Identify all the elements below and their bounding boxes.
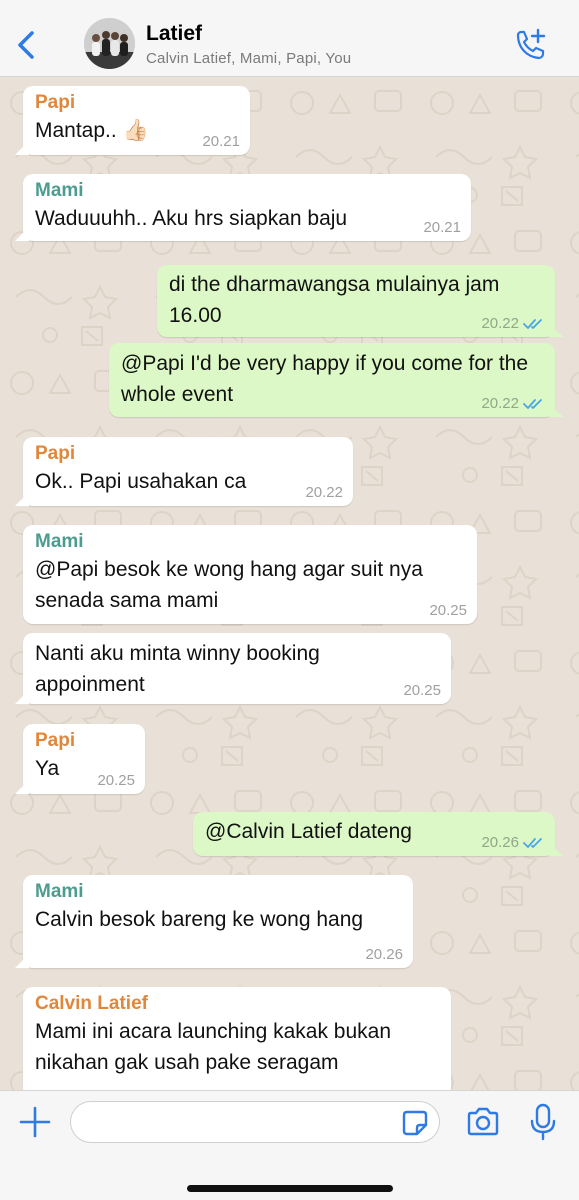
sender-name[interactable]: Papi bbox=[35, 443, 341, 465]
message-bubble[interactable]: Mami Calvin besok bareng ke wong hang 20… bbox=[15, 875, 413, 968]
message-bubble[interactable]: @Papi I'd be very happy if you come for … bbox=[109, 343, 563, 417]
message-bubble[interactable]: Mami Waduuuhh.. Aku hrs siapkan baju 20.… bbox=[15, 174, 471, 241]
add-call-button[interactable] bbox=[510, 26, 550, 66]
microphone-button[interactable] bbox=[528, 1103, 558, 1141]
message-text: Calvin besok bareng ke wong hang bbox=[35, 908, 364, 931]
message-time: 20.22 bbox=[305, 484, 343, 501]
group-avatar[interactable] bbox=[84, 18, 135, 69]
message-time: 20.25 bbox=[97, 772, 135, 789]
chat-header: Latief Calvin Latief, Mami, Papi, You bbox=[0, 0, 579, 77]
compose-bar bbox=[0, 1090, 579, 1200]
add-call-icon bbox=[516, 28, 546, 60]
message-bubble[interactable]: Papi Mantap.. 👍🏻 20.21 bbox=[15, 86, 250, 155]
message-bubble[interactable]: Papi Ya 20.25 bbox=[15, 724, 145, 794]
sticker-icon bbox=[402, 1110, 428, 1136]
message-time: 20.21 bbox=[423, 219, 461, 236]
message-list[interactable]: Papi Mantap.. 👍🏻 20.21 Mami Waduuuhh.. A… bbox=[0, 77, 579, 1090]
message-time: 20.26 bbox=[365, 946, 403, 963]
message-bubble[interactable]: Papi Ok.. Papi usahakan ca 20.22 bbox=[15, 437, 353, 506]
sender-name[interactable]: Papi bbox=[35, 730, 133, 752]
sender-name[interactable]: Papi bbox=[35, 92, 238, 114]
message-text: @Papi besok ke wong hang agar suit nya s… bbox=[35, 558, 423, 612]
read-ticks-icon bbox=[523, 837, 542, 848]
read-ticks-icon bbox=[523, 318, 542, 329]
message-time: 20.26 bbox=[481, 834, 519, 851]
sender-name[interactable]: Mami bbox=[35, 531, 465, 553]
message-time: 20.22 bbox=[481, 395, 519, 412]
home-indicator[interactable] bbox=[187, 1185, 393, 1192]
message-bubble[interactable]: @Calvin Latief dateng 20.26 bbox=[193, 812, 563, 856]
plus-icon bbox=[19, 1106, 51, 1138]
message-bubble[interactable]: di the dharmawangsa mulainya jam 16.00 2… bbox=[157, 265, 563, 337]
sender-name[interactable]: Mami bbox=[35, 881, 401, 903]
message-bubble[interactable]: Nanti aku minta winny booking appoinment… bbox=[15, 633, 451, 704]
message-text: Nanti aku minta winny booking appoinment bbox=[35, 642, 320, 696]
message-time: 20.25 bbox=[403, 682, 441, 699]
chat-participants[interactable]: Calvin Latief, Mami, Papi, You bbox=[146, 50, 351, 67]
message-time: 20.21 bbox=[202, 133, 240, 150]
message-input[interactable] bbox=[70, 1101, 440, 1143]
sticker-button[interactable] bbox=[401, 1109, 429, 1137]
chat-title[interactable]: Latief bbox=[146, 22, 202, 46]
message-text: Waduuuhh.. Aku hrs siapkan baju bbox=[35, 207, 348, 230]
message-text: Mami ini acara launching kakak bukan nik… bbox=[35, 1020, 392, 1074]
message-text: Ok.. Papi usahakan ca bbox=[35, 470, 247, 493]
sender-name[interactable]: Calvin Latief bbox=[35, 993, 439, 1015]
camera-button[interactable] bbox=[466, 1105, 500, 1139]
message-bubble[interactable]: Calvin Latief Mami ini acara launching k… bbox=[23, 987, 451, 1090]
sender-name[interactable]: Mami bbox=[35, 180, 459, 202]
camera-icon bbox=[467, 1107, 499, 1136]
back-button[interactable] bbox=[12, 25, 42, 65]
microphone-icon bbox=[530, 1103, 556, 1141]
read-ticks-icon bbox=[523, 398, 542, 409]
message-bubble[interactable]: Mami @Papi besok ke wong hang agar suit … bbox=[23, 525, 477, 624]
message-time: 20.22 bbox=[481, 315, 519, 332]
attach-button[interactable] bbox=[18, 1105, 52, 1139]
chevron-left-icon bbox=[18, 31, 34, 59]
message-time: 20.25 bbox=[429, 602, 467, 619]
